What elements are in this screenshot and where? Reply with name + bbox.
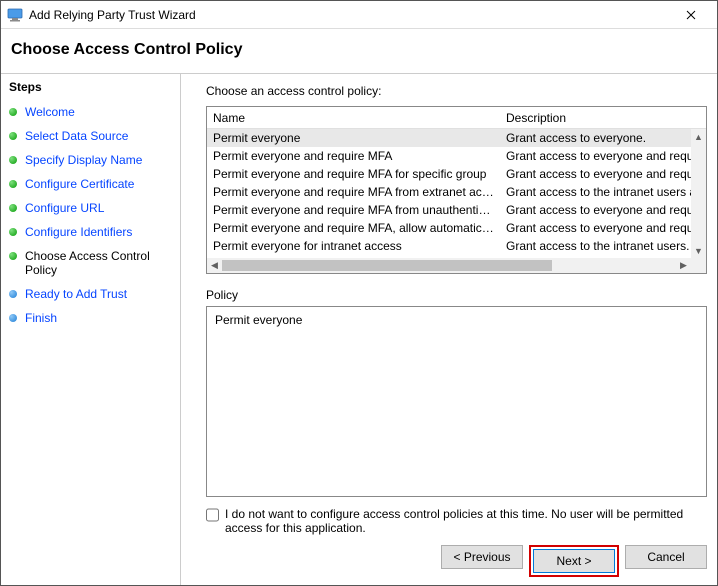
instruction-text: Choose an access control policy:: [206, 78, 707, 106]
step-item[interactable]: Ready to Add Trust: [1, 282, 180, 306]
step-label: Finish: [25, 311, 57, 325]
policy-name: Permit everyone: [207, 131, 500, 145]
step-item[interactable]: Configure URL: [1, 196, 180, 220]
step-label: Choose Access Control Policy: [25, 249, 172, 277]
step-label: Ready to Add Trust: [25, 287, 127, 301]
step-item[interactable]: Welcome: [1, 100, 180, 124]
policy-name: Permit everyone and require MFA from una…: [207, 203, 500, 217]
policy-row[interactable]: Permit everyone and require MFA from ext…: [207, 183, 691, 201]
page-title: Choose Access Control Policy: [1, 29, 717, 73]
policy-section-label: Policy: [206, 274, 707, 306]
scroll-left-icon[interactable]: ◀: [207, 258, 222, 273]
step-dot-icon: [9, 132, 17, 140]
scroll-right-icon[interactable]: ▶: [676, 258, 691, 273]
horizontal-scrollbar[interactable]: ◀ ▶: [207, 258, 691, 273]
policy-name: Permit everyone and require MFA, allow a…: [207, 221, 500, 235]
cancel-button[interactable]: Cancel: [625, 545, 707, 569]
step-label: Configure Identifiers: [25, 225, 132, 239]
scroll-down-icon[interactable]: ▼: [691, 243, 706, 258]
policy-description: Grant access to everyone and requir: [500, 221, 691, 235]
next-button[interactable]: Next >: [533, 549, 615, 573]
policy-row[interactable]: Permit everyoneGrant access to everyone.: [207, 129, 691, 147]
skip-policy-checkbox[interactable]: [206, 508, 219, 522]
step-label: Specify Display Name: [25, 153, 142, 167]
policy-name: Permit everyone and require MFA: [207, 149, 500, 163]
next-button-highlight: Next >: [529, 545, 619, 577]
step-label: Welcome: [25, 105, 75, 119]
window-title: Add Relying Party Trust Wizard: [29, 8, 671, 22]
step-dot-icon: [9, 314, 17, 322]
column-header-description[interactable]: Description: [500, 109, 706, 127]
policy-description: Grant access to the intranet users an: [500, 185, 691, 199]
policy-row[interactable]: Permit everyone and require MFA from una…: [207, 201, 691, 219]
policy-name: Permit everyone and require MFA for spec…: [207, 167, 500, 181]
policy-description: Grant access to everyone and requir: [500, 167, 691, 181]
step-item[interactable]: Configure Certificate: [1, 172, 180, 196]
policy-description: Grant access to everyone and requir: [500, 149, 691, 163]
step-label: Select Data Source: [25, 129, 128, 143]
step-item[interactable]: Choose Access Control Policy: [1, 244, 180, 282]
step-item[interactable]: Select Data Source: [1, 124, 180, 148]
listbox-body: Permit everyoneGrant access to everyone.…: [207, 129, 706, 273]
policy-name: Permit everyone for intranet access: [207, 239, 500, 253]
app-icon: [7, 7, 23, 23]
step-item[interactable]: Configure Identifiers: [1, 220, 180, 244]
close-icon[interactable]: [671, 1, 711, 28]
policy-row[interactable]: Permit everyone and require MFA, allow a…: [207, 219, 691, 237]
wizard-buttons: < Previous Next > Cancel: [206, 543, 707, 577]
scrollbar-corner: [691, 258, 706, 273]
policy-row[interactable]: Permit everyone and require MFA for spec…: [207, 165, 691, 183]
content-area: Steps Welcome Select Data Source Specify D…: [1, 73, 717, 585]
step-dot-icon: [9, 228, 17, 236]
step-label: Configure Certificate: [25, 177, 134, 191]
policy-details-box: Permit everyone: [206, 306, 707, 497]
policy-row[interactable]: Permit everyone and require MFAGrant acc…: [207, 147, 691, 165]
vertical-scrollbar[interactable]: ▲ ▼: [691, 129, 706, 258]
step-dot-icon: [9, 290, 17, 298]
step-label: Configure URL: [25, 201, 104, 215]
step-dot-icon: [9, 204, 17, 212]
column-header-name[interactable]: Name: [207, 109, 500, 127]
policy-description: Grant access to everyone.: [500, 131, 691, 145]
scroll-up-icon[interactable]: ▲: [691, 129, 706, 144]
policy-description: Grant access to the intranet users.: [500, 239, 691, 253]
title-bar: Add Relying Party Trust Wizard: [1, 1, 717, 29]
previous-button[interactable]: < Previous: [441, 545, 523, 569]
policy-row[interactable]: Permit everyone for intranet accessGrant…: [207, 237, 691, 255]
step-dot-icon: [9, 108, 17, 116]
scroll-thumb[interactable]: [222, 260, 552, 271]
skip-policy-checkbox-row: I do not want to configure access contro…: [206, 497, 707, 543]
sidebar-title: Steps: [1, 78, 180, 100]
step-dot-icon: [9, 180, 17, 188]
main-panel: Choose an access control policy: Name De…: [181, 74, 717, 585]
steps-sidebar: Steps Welcome Select Data Source Specify D…: [1, 74, 181, 585]
step-item[interactable]: Specify Display Name: [1, 148, 180, 172]
listbox-header: Name Description: [207, 107, 706, 129]
skip-policy-label: I do not want to configure access contro…: [225, 507, 707, 535]
policy-description: Grant access to everyone and requir: [500, 203, 691, 217]
policy-name: Permit everyone and require MFA from ext…: [207, 185, 500, 199]
policy-listbox: Name Description Permit everyoneGrant ac…: [206, 106, 707, 274]
step-dot-icon: [9, 252, 17, 260]
step-dot-icon: [9, 156, 17, 164]
step-item[interactable]: Finish: [1, 306, 180, 330]
